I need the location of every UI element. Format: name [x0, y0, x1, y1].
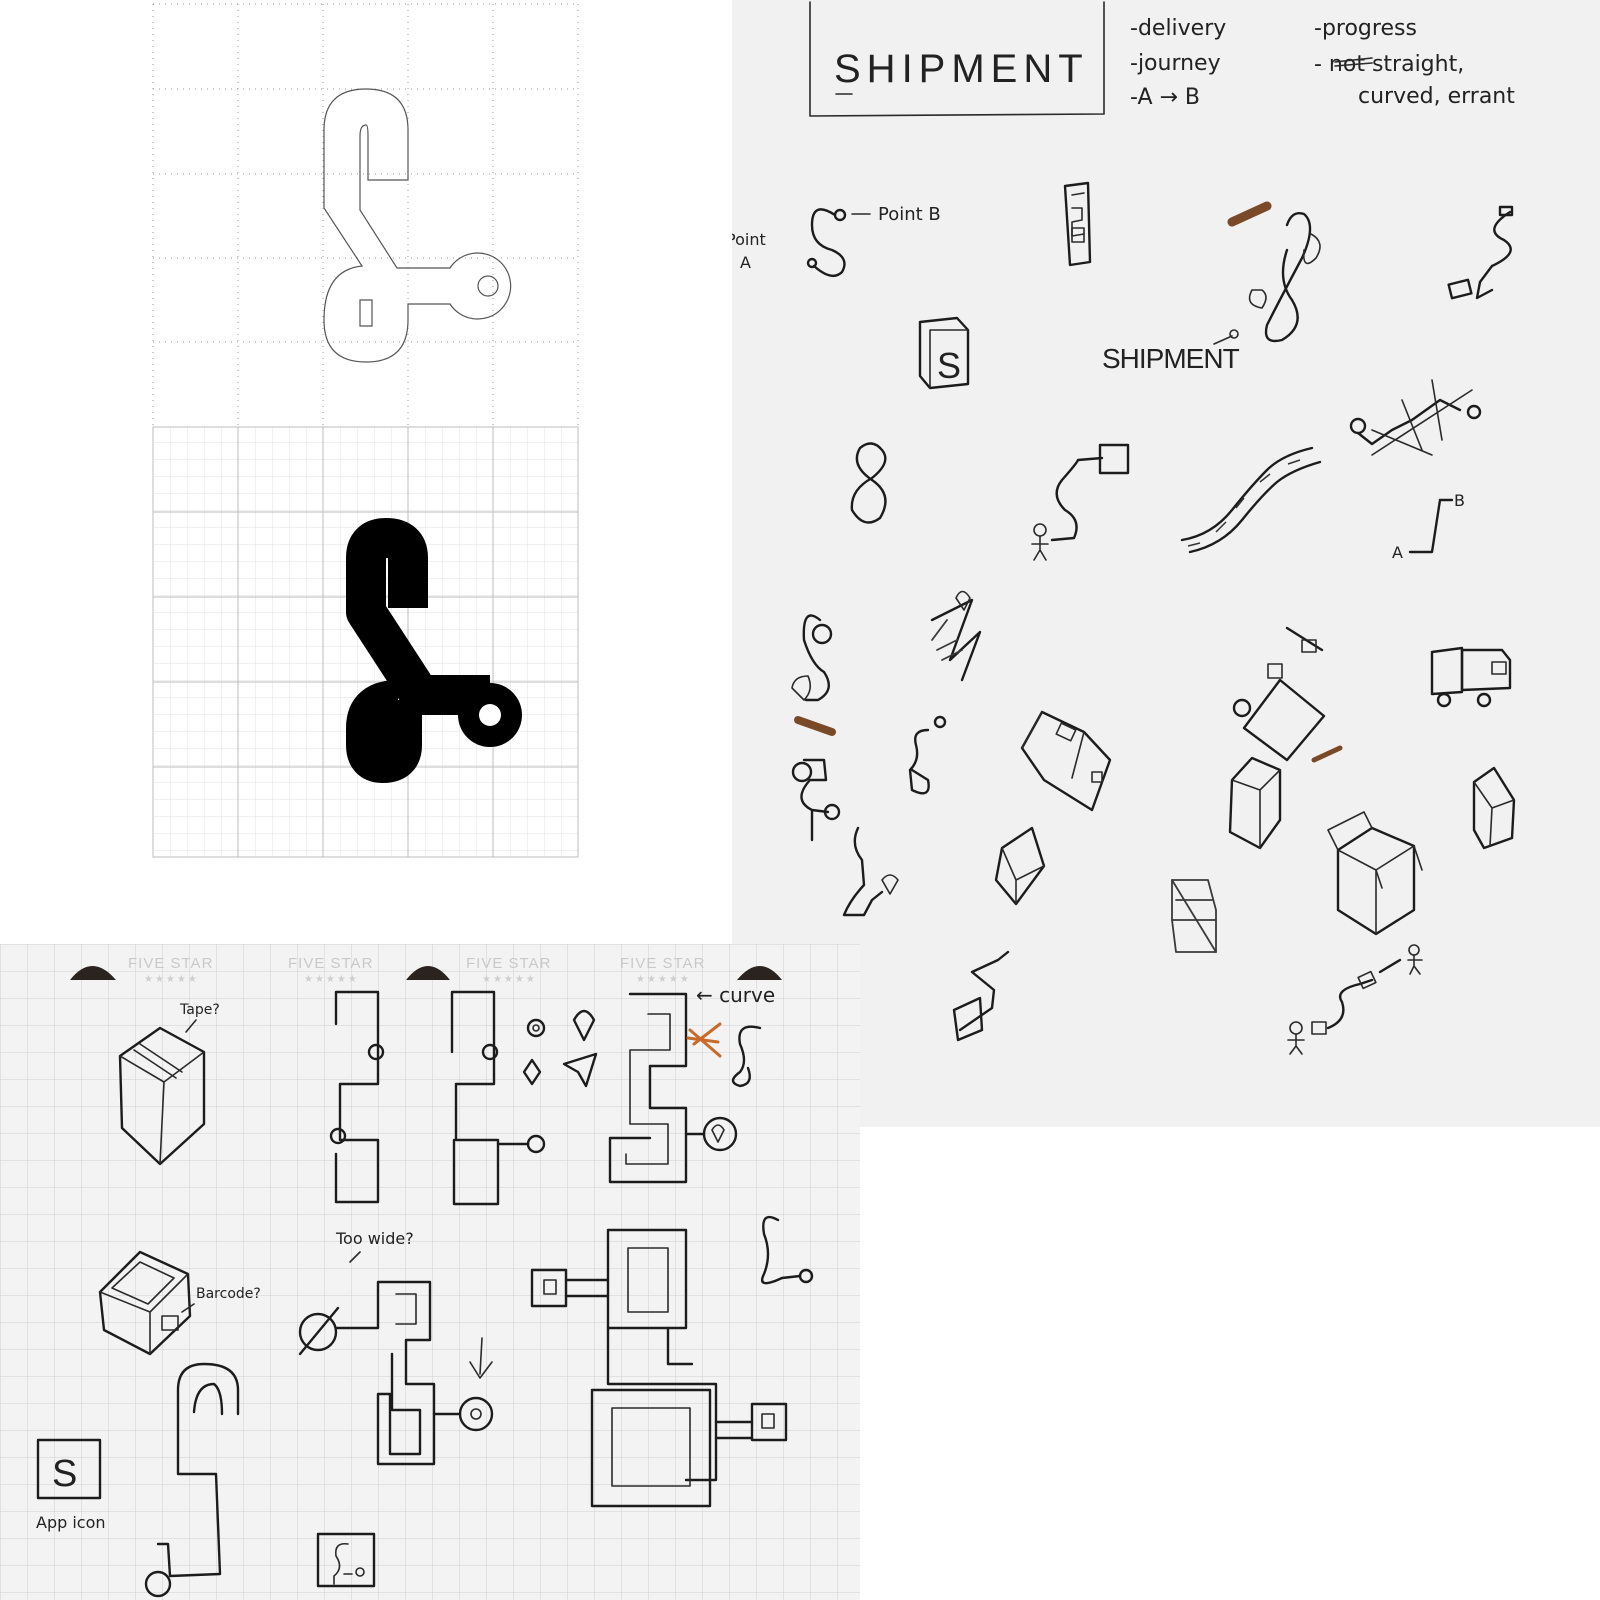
annotation-barcode: Barcode?: [196, 1286, 261, 1302]
sketch-wordmark: SHIPMENT: [1102, 329, 1241, 374]
sketch-box-3: [1228, 745, 1343, 850]
keyword-list-left: -delivery -journey -A → B: [1130, 16, 1226, 110]
header-label-4: FIVE STAR: [620, 955, 705, 972]
keyword-curved-errant: curved, errant: [1358, 84, 1515, 109]
header-label-1: FIVE STAR: [128, 955, 213, 972]
header-stars-4: ★★★★★: [636, 974, 691, 985]
annotation-too-wide: Too wide?: [335, 1229, 414, 1248]
sketch-a-to-b: A B: [1392, 491, 1465, 562]
sketch-s-box: S: [918, 316, 970, 390]
keyword-a-to-b: -A → B: [1130, 85, 1200, 110]
box-letter-s: S: [937, 345, 961, 386]
sketch-small-s-corner: [1447, 205, 1514, 300]
keyword-progress: -progress: [1314, 16, 1417, 41]
sketch-open-box: [1327, 811, 1423, 936]
sketch-tall-box: [1063, 181, 1092, 267]
header-label-3: FIVE STAR: [466, 955, 551, 972]
sketch-map-route: [1349, 379, 1482, 456]
annotation-tape: Tape?: [179, 1002, 220, 1018]
title-text: SHIPMENT: [834, 47, 1089, 91]
logo-construction-panel: [0, 0, 732, 930]
sketch-s-with-pin-1: [791, 716, 841, 842]
logo-construction-canvas: [152, 3, 579, 858]
sketch-s-with-pin-3: [842, 826, 899, 917]
grid-notebook-panel: FIVE STAR FIVE STAR FIVE STAR FIVE STAR …: [0, 944, 860, 1600]
header-label-2: FIVE STAR: [288, 955, 373, 972]
keyword-list-right: -progress - not straight, curved, errant: [1314, 16, 1515, 109]
sketch-box-1: [1020, 710, 1112, 812]
sketch-page-canvas: SHIPMENT -delivery -journey -A → B -prog…: [732, 1, 1516, 1055]
header-stars-2: ★★★★★: [304, 974, 359, 985]
sketch-road: [1180, 446, 1322, 554]
label-b: B: [1454, 491, 1465, 510]
sketch-page-panel: SHIPMENT -delivery -journey -A → B -prog…: [732, 0, 1600, 1127]
header-stars-1: ★★★★★: [144, 974, 199, 985]
sketch-loop-path: [1227, 201, 1321, 343]
keyword-delivery: -delivery: [1130, 16, 1226, 41]
sketch-person-to-box: [1031, 443, 1130, 561]
sketch-s-with-pin-2: [908, 715, 947, 795]
wordmark-text: SHIPMENT: [1102, 343, 1240, 374]
sketch-s-circles-left: [791, 614, 833, 702]
annotation-app-icon: App icon: [36, 1513, 106, 1532]
sketch-person-path: [1287, 944, 1423, 1055]
label-point-b: Point B: [878, 204, 941, 225]
title-box: SHIPMENT: [809, 1, 1105, 117]
annotation-curve: ← curve: [696, 983, 775, 1007]
sketch-figure-eight: [850, 442, 887, 524]
app-icon-letter: S: [52, 1453, 77, 1495]
dotted-construction-grid: [152, 3, 579, 428]
label-point-a-1: Point: [732, 230, 766, 249]
sketch-diamond-route: [1232, 626, 1326, 762]
sketch-point-a-b-s: Point B Point A: [732, 204, 941, 278]
sketch-zig-box: [952, 950, 1010, 1042]
sketch-truck: [1430, 646, 1512, 708]
label-a: A: [1392, 543, 1403, 562]
sketch-crossed-box: [1171, 879, 1217, 953]
keyword-journey: -journey: [1130, 51, 1221, 76]
label-point-a-2: A: [740, 253, 751, 272]
header-stars-3: ★★★★★: [482, 974, 537, 985]
sketch-zigzag: [930, 590, 982, 682]
logo-outline-construction: [323, 88, 512, 363]
grid-notebook-canvas: FIVE STAR FIVE STAR FIVE STAR FIVE STAR …: [0, 944, 860, 1600]
sketch-box-2: [994, 826, 1046, 906]
keyword-not-straight: - not straight,: [1314, 52, 1464, 77]
sketch-box-4: [1472, 766, 1516, 850]
